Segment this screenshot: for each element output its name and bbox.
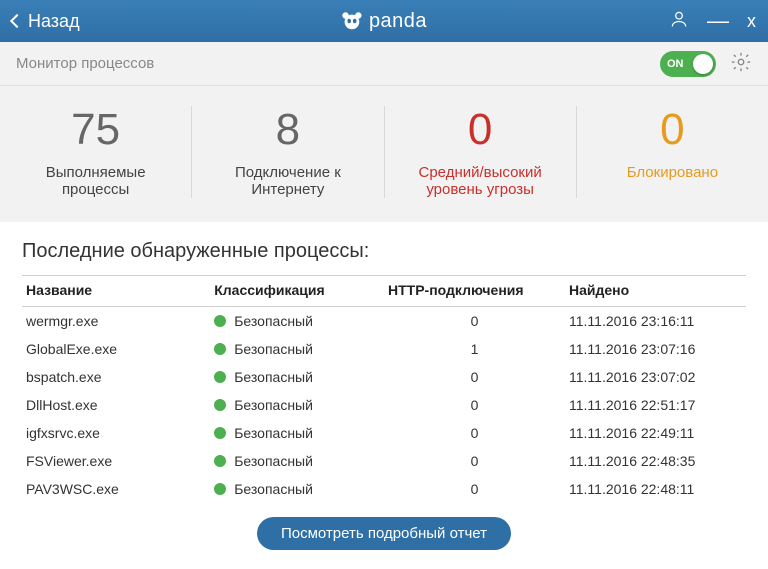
status-dot-icon — [214, 483, 226, 495]
cell-name: wermgr.exe — [22, 307, 210, 336]
col-header-classification: Классификация — [210, 276, 384, 307]
cell-name: FSViewer.exe — [22, 447, 210, 475]
minimize-button[interactable]: — — [707, 16, 729, 26]
back-button[interactable]: Назад — [12, 11, 80, 32]
cell-found: 11.11.2016 23:07:02 — [565, 363, 746, 391]
status-dot-icon — [214, 427, 226, 439]
classification-text: Безопасный — [234, 369, 313, 385]
stat-label: Блокировано — [577, 164, 768, 181]
table-row[interactable]: PAV3WSC.exe Безопасный 011.11.2016 22:48:1… — [22, 475, 746, 503]
cell-classification: Безопасный — [210, 391, 384, 419]
classification-text: Безопасный — [234, 313, 313, 329]
cell-name: DllHost.exe — [22, 391, 210, 419]
stat-card: 0 Средний/высокий уровень угрозы — [385, 106, 577, 198]
cell-classification: Безопасный — [210, 419, 384, 447]
section-title: Последние обнаруженные процессы: — [22, 240, 746, 263]
cell-name: GlobalExe.exe — [22, 335, 210, 363]
col-header-name: Название — [22, 276, 210, 307]
cell-found: 11.11.2016 22:51:17 — [565, 391, 746, 419]
status-dot-icon — [214, 371, 226, 383]
cell-classification: Безопасный — [210, 363, 384, 391]
cell-found: 11.11.2016 23:16:11 — [565, 307, 746, 336]
brand-text: panda — [369, 10, 427, 33]
cell-found: 11.11.2016 22:48:11 — [565, 475, 746, 503]
col-header-found: Найдено — [565, 276, 746, 307]
cell-name: bspatch.exe — [22, 363, 210, 391]
classification-text: Безопасный — [234, 397, 313, 413]
table-row[interactable]: bspatch.exe Безопасный 011.11.2016 23:07:0… — [22, 363, 746, 391]
chevron-left-icon — [10, 14, 24, 28]
brand: panda — [341, 10, 427, 33]
cell-http: 0 — [384, 419, 565, 447]
cell-name: igfxsrvc.exe — [22, 419, 210, 447]
stat-value: 0 — [385, 106, 576, 154]
stats-row: 75 Выполняемые процессы8 Подключение к Инт… — [0, 86, 768, 222]
table-row[interactable]: wermgr.exe Безопасный 011.11.2016 23:16:11 — [22, 307, 746, 336]
stat-card: 8 Подключение к Интернету — [192, 106, 384, 198]
toggle-knob — [693, 54, 713, 74]
cell-http: 0 — [384, 391, 565, 419]
settings-button[interactable] — [730, 51, 752, 77]
stat-value: 8 — [192, 106, 383, 154]
cell-http: 0 — [384, 363, 565, 391]
stat-card: 0 Блокировано — [577, 106, 768, 198]
process-table: Название Классификация HTTP-подключения … — [22, 275, 746, 503]
cell-classification: Безопасный — [210, 335, 384, 363]
toggle-label: ON — [667, 58, 684, 70]
user-icon[interactable] — [669, 9, 689, 34]
cell-found: 11.11.2016 23:07:16 — [565, 335, 746, 363]
monitor-toggle[interactable]: ON — [660, 51, 716, 77]
stat-label: Выполняемые процессы — [0, 164, 191, 198]
stat-label: Подключение к Интернету — [192, 164, 383, 198]
sub-header: Монитор процессов ON — [0, 42, 768, 86]
view-report-button[interactable]: Посмотреть подробный отчет — [257, 517, 511, 550]
close-button[interactable]: x — [747, 11, 756, 32]
cell-http: 0 — [384, 475, 565, 503]
cell-classification: Безопасный — [210, 307, 384, 336]
stat-value: 0 — [577, 106, 768, 154]
back-label: Назад — [28, 11, 80, 32]
cell-http: 1 — [384, 335, 565, 363]
classification-text: Безопасный — [234, 453, 313, 469]
panda-logo-icon — [341, 10, 363, 32]
table-row[interactable]: GlobalExe.exe Безопасный 111.11.2016 23:07… — [22, 335, 746, 363]
status-dot-icon — [214, 399, 226, 411]
classification-text: Безопасный — [234, 425, 313, 441]
cell-http: 0 — [384, 307, 565, 336]
status-dot-icon — [214, 343, 226, 355]
classification-text: Безопасный — [234, 341, 313, 357]
cell-found: 11.11.2016 22:49:11 — [565, 419, 746, 447]
page-title: Монитор процессов — [16, 55, 154, 72]
status-dot-icon — [214, 455, 226, 467]
gear-icon — [730, 51, 752, 73]
window-controls: — x — [669, 9, 756, 34]
table-row[interactable]: FSViewer.exe Безопасный 011.11.2016 22:48:… — [22, 447, 746, 475]
cell-name: PAV3WSC.exe — [22, 475, 210, 503]
cell-found: 11.11.2016 22:48:35 — [565, 447, 746, 475]
stat-card: 75 Выполняемые процессы — [0, 106, 192, 198]
col-header-http: HTTP-подключения — [384, 276, 565, 307]
stat-label: Средний/высокий уровень угрозы — [385, 164, 576, 198]
table-row[interactable]: igfxsrvc.exe Безопасный 011.11.2016 22:49:… — [22, 419, 746, 447]
classification-text: Безопасный — [234, 481, 313, 497]
table-row[interactable]: DllHost.exe Безопасный 011.11.2016 22:51:1… — [22, 391, 746, 419]
cell-http: 0 — [384, 447, 565, 475]
status-dot-icon — [214, 315, 226, 327]
content: Последние обнаруженные процессы: Названи… — [0, 222, 768, 560]
cell-classification: Безопасный — [210, 475, 384, 503]
cell-classification: Безопасный — [210, 447, 384, 475]
titlebar: Назад panda — x — [0, 0, 768, 42]
stat-value: 75 — [0, 106, 191, 154]
